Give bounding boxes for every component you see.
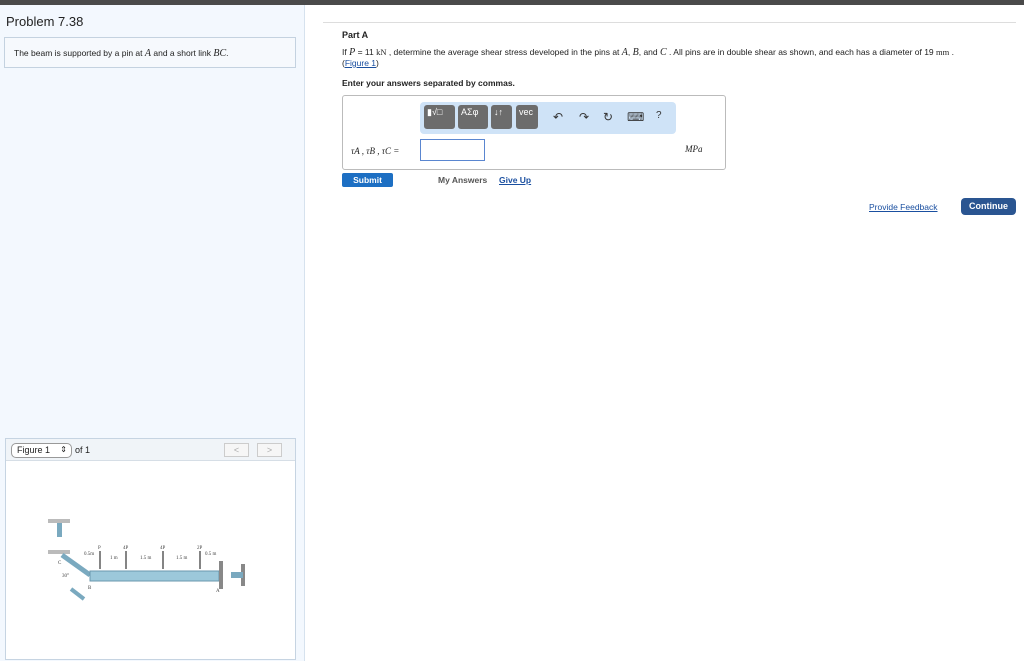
redo-icon[interactable]: ↷ — [579, 110, 589, 124]
next-figure-button[interactable]: > — [257, 443, 282, 457]
point-label-b: B — [88, 586, 92, 591]
figure-panel: Figure 1 ⇕ of 1 < > P 4P 4P 2P 0.5m 1 m 1… — [5, 438, 296, 660]
prev-figure-button[interactable]: < — [224, 443, 249, 457]
submit-button[interactable]: Submit — [342, 173, 393, 187]
figure-header: Figure 1 ⇕ of 1 < > — [6, 439, 295, 461]
instruction: Enter your answers separated by commas. — [342, 78, 515, 88]
greek-button[interactable]: ΑΣφ — [458, 105, 488, 129]
vector-button[interactable]: vec — [516, 105, 538, 129]
figure-select-value: Figure 1 — [17, 445, 51, 455]
pin-detail-top — [57, 523, 62, 537]
dim-label: 0.5 m — [205, 552, 217, 557]
question-text: If P = 11 kN , determine the average she… — [342, 47, 954, 68]
math-A: A — [621, 47, 628, 58]
help-icon[interactable]: ? — [656, 110, 662, 121]
answer-label: τA , τB , τC = — [351, 146, 400, 156]
ceiling-support — [48, 519, 70, 523]
q-text: . — [949, 47, 954, 57]
intro-text: and a short link — [151, 48, 214, 58]
load-label: 4P — [160, 546, 166, 551]
unit-kN: kN — [376, 47, 387, 57]
math-BC: BC — [213, 48, 227, 59]
answer-box: ▮√□ ΑΣφ ↓↑ vec ↶ ↷ ↻ ⌨ ? τA , τB , τC = … — [342, 95, 726, 170]
load-label: 4P — [123, 546, 129, 551]
problem-title: Problem 7.38 — [6, 14, 84, 29]
arrows-button[interactable]: ↓↑ — [491, 105, 512, 129]
figure-select[interactable]: Figure 1 ⇕ — [11, 443, 72, 458]
q-text: . All pins are in double shear as shown,… — [666, 47, 937, 57]
answer-unit: MPa — [685, 144, 703, 154]
dim-label: 1 m — [110, 556, 118, 561]
load-label: 2P — [197, 546, 203, 551]
figure-count: of 1 — [75, 445, 91, 455]
answer-input[interactable] — [420, 139, 485, 161]
beam-figure: P 4P 4P 2P 0.5m 1 m 1.5 m 1.5 m 0.5 m 30… — [48, 519, 245, 601]
my-answers-link[interactable]: My Answers — [438, 175, 487, 185]
templates-button[interactable]: ▮√□ — [424, 105, 455, 129]
math-B: B — [632, 47, 639, 58]
updown-icon: ⇕ — [60, 445, 67, 454]
math-toolbar: ▮√□ ΑΣφ ↓↑ vec ↶ ↷ ↻ ⌨ ? — [420, 102, 676, 134]
pin-detail-a-pin — [231, 572, 243, 578]
angle-label: 30° — [62, 574, 69, 579]
unit-mm: mm — [936, 47, 950, 57]
problem-panel: Problem 7.38 The beam is supported by a … — [0, 5, 305, 661]
q-text: , determine the average shear stress dev… — [386, 47, 622, 57]
problem-intro: The beam is supported by a pin at A and … — [4, 37, 296, 68]
point-label-c: C — [58, 561, 62, 566]
reset-icon[interactable]: ↻ — [603, 110, 613, 124]
intro-text: The beam is supported by a pin at — [14, 48, 145, 58]
wall-support-a — [219, 561, 223, 589]
ceiling-support-c — [48, 550, 70, 554]
undo-icon[interactable]: ↶ — [553, 110, 563, 124]
beam — [89, 570, 220, 582]
point-label-a: A — [216, 589, 220, 594]
divider — [323, 22, 1016, 23]
provide-feedback-link[interactable]: Provide Feedback — [869, 202, 938, 212]
pin-detail-b — [69, 587, 86, 601]
keyboard-icon[interactable]: ⌨ — [627, 110, 644, 124]
dim-label: 0.5m — [84, 552, 94, 557]
continue-button[interactable]: Continue — [961, 198, 1016, 215]
figure-link[interactable]: Figure 1 — [345, 58, 376, 68]
math-C: C — [660, 47, 667, 58]
q-text: = 11 — [355, 47, 377, 57]
load-label: P — [98, 546, 101, 551]
dim-label: 1.5 m — [176, 556, 188, 561]
link-bc — [60, 552, 92, 578]
dim-label: 1.5 m — [140, 556, 152, 561]
intro-text: . — [226, 48, 229, 58]
give-up-link[interactable]: Give Up — [499, 175, 531, 185]
part-title: Part A — [342, 30, 369, 40]
